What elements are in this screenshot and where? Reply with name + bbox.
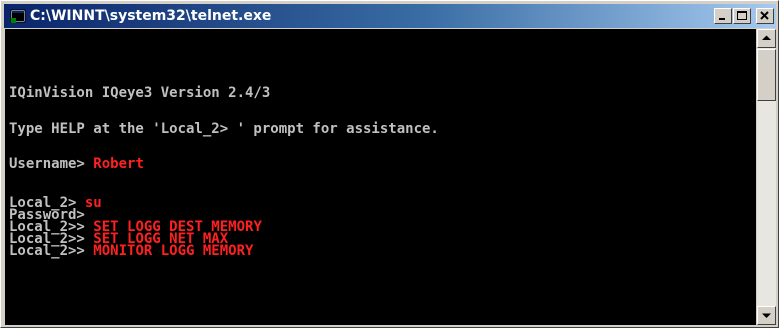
help-hint-line: Type HELP at the 'Local_2> ' prompt for … — [9, 121, 439, 137]
close-icon — [760, 11, 769, 20]
title-bar[interactable]: C:\WINNT\system32\telnet.exe — [4, 4, 776, 28]
username-prompt: Username> — [9, 156, 94, 172]
minimize-button[interactable] — [714, 8, 732, 24]
arrow-down-icon — [762, 313, 771, 318]
command-line-3: Local_2>> MONITOR LOGG MEMORY — [9, 243, 253, 259]
vertical-scrollbar[interactable] — [757, 29, 776, 325]
console-app-icon[interactable] — [10, 8, 26, 24]
scroll-up-button[interactable] — [757, 29, 776, 48]
username-line: Username> Robert — [9, 156, 144, 172]
scroll-down-button[interactable] — [757, 306, 776, 325]
telnet-window: C:\WINNT\system32\telnet.exe IQinVision … — [0, 0, 779, 328]
command-text: MONITOR LOGG MEMORY — [93, 243, 254, 259]
banner-line: IQinVision IQeye3 Version 2.4/3 — [9, 85, 271, 101]
minimize-icon — [719, 18, 725, 20]
console-output[interactable]: IQinVision IQeye3 Version 2.4/3 Type HEL… — [5, 29, 756, 325]
username-value: Robert — [93, 156, 144, 172]
priv-prompt: Local_2>> — [9, 243, 94, 259]
window-title: C:\WINNT\system32\telnet.exe — [30, 8, 272, 24]
arrow-up-icon — [762, 35, 771, 40]
maximize-button[interactable] — [733, 8, 751, 24]
su-command: su — [84, 195, 102, 211]
scroll-thumb[interactable] — [757, 49, 776, 101]
close-button[interactable] — [756, 8, 774, 24]
maximize-icon — [737, 11, 747, 20]
